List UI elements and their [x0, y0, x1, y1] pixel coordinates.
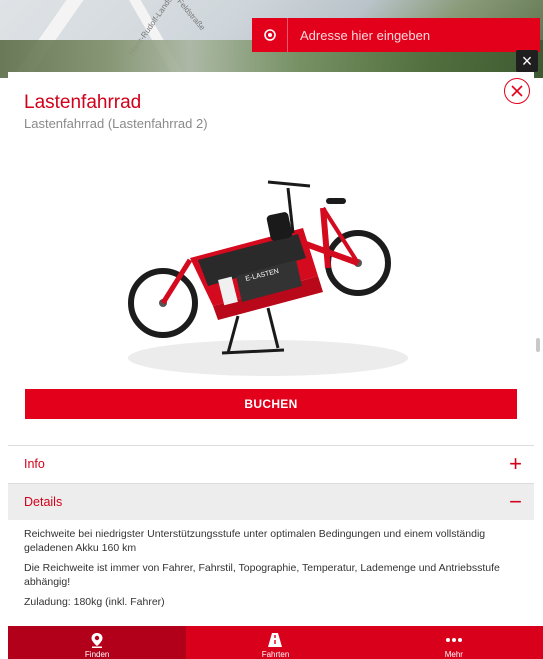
map-street-label: Feldstraße [175, 0, 207, 33]
details-content: Reichweite bei niedrigster Unterstützung… [24, 527, 524, 615]
vehicle-detail-panel: Lastenfahrrad Lastenfahrrad (Lastenfahrr… [8, 72, 534, 627]
nav-item-mehr[interactable]: Mehr [365, 626, 543, 659]
map-pin-icon [90, 632, 104, 648]
details-accordion-header[interactable]: Details − [8, 483, 534, 520]
nav-item-fahrten[interactable]: Fahrten [186, 626, 364, 659]
details-paragraph: Die Reichweite ist immer von Fahrer, Fah… [24, 562, 500, 588]
nav-label: Fahrten [261, 650, 290, 659]
scrollbar-thumb[interactable] [536, 338, 540, 352]
cargo-bike-image: E-LASTEN [128, 180, 408, 376]
book-button[interactable]: BUCHEN [25, 389, 517, 419]
location-target-icon[interactable] [252, 18, 288, 52]
close-icon [511, 85, 523, 97]
vehicle-title: Lastenfahrrad [24, 92, 142, 113]
details-accordion-label: Details [24, 495, 63, 509]
close-panel-button[interactable] [504, 78, 530, 104]
minus-icon[interactable]: − [509, 491, 522, 513]
address-search-input[interactable] [288, 18, 540, 52]
vehicle-subtitle: Lastenfahrrad (Lastenfahrrad 2) [24, 116, 208, 131]
nav-label: Finden [84, 650, 110, 659]
dismiss-overlay-icon[interactable]: × [516, 50, 538, 72]
more-dots-icon [445, 632, 463, 648]
road-icon [267, 632, 283, 648]
address-search-bar [252, 18, 540, 52]
info-accordion-header[interactable]: Info + [8, 445, 534, 482]
details-paragraph: Zuladung: 180kg (inkl. Fahrer) [24, 596, 165, 608]
nav-item-finden[interactable]: Finden [8, 626, 187, 659]
info-accordion-label: Info [24, 457, 45, 471]
nav-label: Mehr [444, 650, 463, 659]
details-paragraph: Reichweite bei niedrigster Unterstützung… [24, 528, 486, 554]
bottom-navigation: Finden Fahrten Mehr [8, 626, 543, 659]
plus-icon[interactable]: + [509, 453, 522, 475]
